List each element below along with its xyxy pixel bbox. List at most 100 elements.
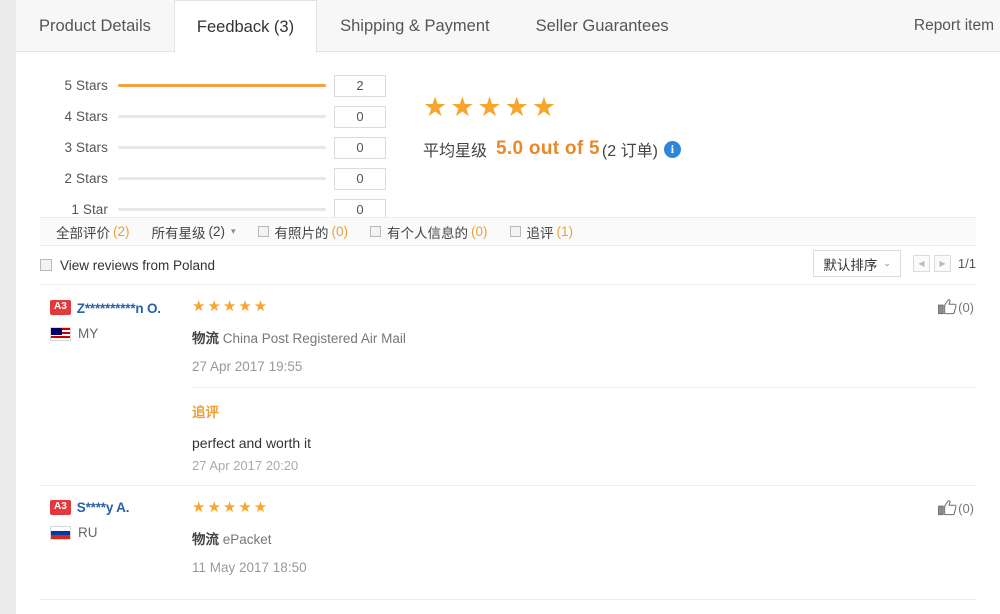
tab-label: Shipping & Payment	[340, 17, 490, 35]
country-code: MY	[78, 326, 99, 341]
checkbox-icon[interactable]	[40, 259, 52, 271]
rating-count-box: 0	[334, 105, 386, 128]
filter-with-personal-info[interactable]: 有个人信息的 (0)	[370, 222, 488, 242]
filter-label: 追评	[526, 225, 554, 241]
review-date: 27 Apr 2017 19:55	[192, 359, 303, 374]
reviewer-name-line: A3 S****y A.	[50, 500, 170, 515]
checkbox-icon[interactable]	[509, 226, 521, 237]
tab-shipping-payment[interactable]: Shipping & Payment	[317, 0, 513, 52]
page-indicator: 1/1	[957, 256, 976, 271]
review-list: A3 Z**********n O. MY ★★★★★ 物流 China Pos…	[40, 285, 976, 600]
checkbox-icon[interactable]	[370, 226, 382, 237]
checkbox-icon[interactable]	[257, 226, 269, 237]
filter-label: 有个人信息的	[387, 225, 469, 241]
filter-all-reviews[interactable]: 全部评价 (2)	[56, 222, 130, 242]
chevron-down-icon: ⌄	[883, 258, 891, 268]
reviewer-name[interactable]: S****y A.	[77, 500, 130, 515]
rating-row-4[interactable]: 4 Stars 0	[56, 101, 396, 132]
rating-bar-track[interactable]	[118, 208, 326, 211]
review-logistics: 物流 China Post Registered Air Mail	[192, 327, 976, 347]
prev-page-button[interactable]: ◀	[912, 255, 930, 272]
tab-product-details[interactable]: Product Details	[16, 0, 174, 52]
rating-row-5[interactable]: 5 Stars 2	[56, 70, 396, 101]
average-rating-value: 5.0 out of 5	[496, 138, 600, 159]
rating-bar-track[interactable]	[118, 115, 326, 118]
level-badge: A3	[50, 300, 71, 315]
rating-count-box: 2	[334, 74, 386, 97]
review-stars-icon: ★★★★★	[192, 298, 270, 315]
reviewer-info: A3 Z**********n O. MY	[40, 299, 170, 485]
flag-my-icon	[50, 326, 71, 341]
arrow-left-icon: ◀	[918, 259, 925, 268]
reviewer-info: A3 S****y A. RU	[40, 500, 170, 599]
rating-summary: 5 Stars 2 4 Stars 0 3 Stars 0 2 Stars 0 …	[16, 52, 1000, 221]
tab-seller-guarantees[interactable]: Seller Guarantees	[513, 0, 692, 52]
helpful-count: (0)	[958, 300, 974, 315]
country-code: RU	[78, 525, 98, 540]
filter-all-stars[interactable]: 所有星级 (2) ▾	[152, 222, 236, 242]
filter-label: 所有星级	[151, 225, 206, 241]
reviewer-country: RU	[50, 525, 170, 540]
followup-date: 27 Apr 2017 20:20	[192, 458, 299, 473]
sort-controls: 默认排序 ⌄ ◀ ▶ 1/1	[813, 250, 976, 277]
rating-bar-track[interactable]	[118, 146, 326, 149]
logistics-label: 物流	[192, 532, 219, 547]
review-body: ★★★★★ 物流 China Post Registered Air Mail …	[170, 299, 976, 485]
view-reviews-from-poland-checkbox[interactable]: View reviews from Poland	[40, 258, 215, 273]
average-stars-icon: ★★★★★	[423, 92, 560, 122]
rating-bar-track[interactable]	[118, 177, 326, 180]
filter-with-photos[interactable]: 有照片的 (0)	[257, 222, 349, 242]
filter-follow-up[interactable]: 追评 (1)	[509, 222, 574, 242]
logistics-label: 物流	[192, 331, 219, 346]
rating-row-label: 4 Stars	[64, 109, 108, 124]
logistics-value: ePacket	[222, 532, 272, 547]
followup-text: perfect and worth it	[192, 435, 312, 451]
info-icon[interactable]: i	[663, 140, 681, 158]
review-item: A3 Z**********n O. MY ★★★★★ 物流 China Pos…	[40, 285, 976, 485]
pagination: ◀ ▶ 1/1	[912, 255, 976, 272]
filter-bar: 全部评价 (2) 所有星级 (2) ▾ 有照片的 (0) 有个人信息的 (0) …	[40, 217, 976, 246]
level-badge: A3	[50, 500, 71, 515]
rating-breakdown: 5 Stars 2 4 Stars 0 3 Stars 0 2 Stars 0 …	[56, 70, 396, 225]
tab-label: Feedback (3)	[196, 17, 295, 36]
reviewer-name-line: A3 Z**********n O.	[50, 299, 170, 316]
rating-bar-track[interactable]	[118, 84, 326, 87]
review-stars-icon: ★★★★★	[192, 499, 270, 516]
reviewer-name[interactable]: Z**********n O.	[77, 301, 161, 316]
average-rating-orders: (2 订单)	[601, 143, 658, 160]
filter-count: (1)	[556, 224, 574, 239]
tab-feedback[interactable]: Feedback (3)	[173, 0, 318, 53]
sort-dropdown[interactable]: 默认排序 ⌄	[813, 250, 901, 277]
report-item-label: Report item	[913, 17, 994, 34]
rating-row-label: 2 Stars	[64, 171, 108, 186]
review-separator	[40, 599, 976, 600]
rating-row-label: 3 Stars	[64, 140, 108, 155]
feedback-page: Product Details Feedback (3) Shipping & …	[0, 0, 1000, 614]
tab-bar: Product Details Feedback (3) Shipping & …	[16, 0, 1000, 53]
report-item-link[interactable]: Report item	[914, 0, 1000, 52]
flag-ru-icon	[50, 525, 71, 540]
helpful-button[interactable]: (0)	[938, 299, 974, 316]
helpful-button[interactable]: (0)	[938, 500, 974, 517]
rating-row-2[interactable]: 2 Stars 0	[56, 163, 396, 194]
thumbs-up-icon	[938, 500, 957, 516]
rating-count-box: 0	[334, 136, 386, 159]
tab-label: Product Details	[39, 17, 151, 35]
logistics-value: China Post Registered Air Mail	[222, 331, 406, 346]
next-page-button[interactable]: ▶	[933, 255, 951, 272]
tab-list: Product Details Feedback (3) Shipping & …	[16, 0, 692, 53]
rating-bar-fill	[118, 84, 326, 87]
average-rating-label: 平均星级	[423, 143, 488, 160]
review-followup: 追评 perfect and worth it 27 Apr 2017 20:2…	[192, 388, 976, 485]
filter-label: 全部评价	[56, 225, 110, 241]
filter-count: (0)	[331, 224, 349, 239]
followup-title: 追评	[192, 405, 219, 420]
rating-row-label: 1 Star	[71, 202, 108, 217]
rating-count-box: 0	[334, 167, 386, 190]
rating-row-3[interactable]: 3 Stars 0	[56, 132, 396, 163]
helpful-count: (0)	[958, 501, 974, 516]
filter-count: (2)	[208, 224, 226, 239]
thumbs-up-icon	[938, 299, 957, 315]
chevron-down-icon: ▾	[231, 226, 236, 236]
sort-dropdown-label: 默认排序	[823, 257, 878, 273]
